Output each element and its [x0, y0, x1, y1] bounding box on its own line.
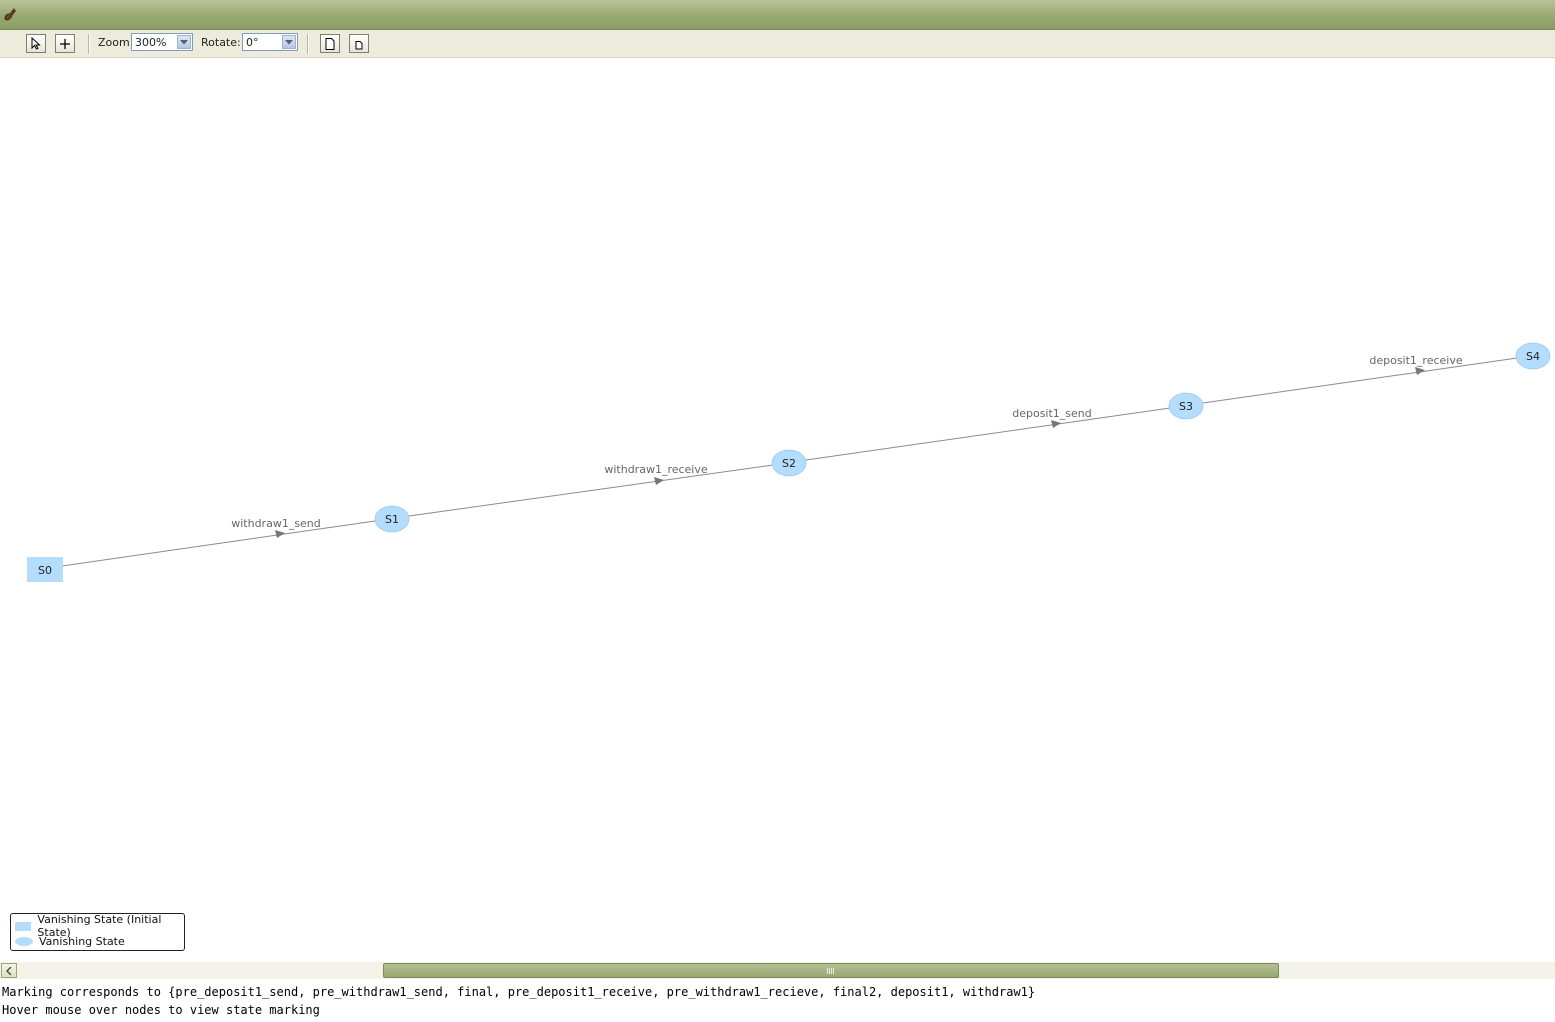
page-icon [325, 37, 335, 50]
small-page-icon [355, 40, 363, 49]
state-node[interactable]: S2 [771, 449, 807, 477]
edge-label: deposit1_receive [1369, 354, 1462, 367]
graph-nodes: S0 S1 S2 S3 S4 [27, 342, 1551, 582]
plus-icon [60, 38, 70, 49]
rotate-select[interactable]: 0° [242, 33, 298, 51]
legend-item-state: Vanishing State [15, 934, 125, 948]
add-tool-button[interactable] [55, 34, 75, 53]
edge-s2-s3 [805, 407, 1171, 461]
zoom-select[interactable]: 300% [131, 33, 193, 51]
state-node[interactable]: S3 [1168, 392, 1204, 420]
small-page-button[interactable] [349, 34, 369, 53]
chevron-down-icon[interactable] [177, 35, 191, 49]
toolbar-separator [307, 34, 309, 54]
state-label: S1 [385, 513, 399, 526]
state-label: S0 [38, 564, 52, 577]
legend-label: Vanishing State [39, 934, 125, 948]
status-panel: Marking corresponds to {pre_deposit1_sen… [0, 980, 1555, 1022]
edge-s1-s2 [408, 464, 774, 517]
rectangle-swatch-icon [15, 921, 32, 931]
hover-hint-text: Hover mouse over nodes to view state mar… [2, 1003, 320, 1017]
ellipse-swatch-icon [15, 936, 33, 946]
state-node-initial[interactable]: S0 [27, 557, 63, 582]
state-node[interactable]: S1 [374, 505, 410, 533]
page-button[interactable] [320, 34, 340, 53]
grip-icon [827, 968, 835, 974]
rotate-value: 0° [246, 36, 259, 49]
state-node[interactable]: S4 [1515, 342, 1551, 370]
edge-label: withdraw1_receive [604, 463, 708, 476]
legend: Vanishing State (Initial State) Vanishin… [10, 913, 185, 951]
edge-label: deposit1_send [1012, 407, 1092, 420]
edge-labels: withdraw1_send withdraw1_receive deposit… [231, 354, 1463, 530]
state-label: S2 [782, 457, 796, 470]
state-label: S3 [1179, 400, 1193, 413]
edge-s0-s1 [61, 520, 376, 567]
chevron-down-icon[interactable] [282, 35, 296, 49]
horizontal-scrollbar[interactable] [0, 962, 1555, 979]
toolbar: Zoom: 300% Rotate: 0° [0, 30, 1555, 58]
title-bar [0, 0, 1555, 30]
chevron-left-icon [6, 966, 12, 975]
state-label: S4 [1526, 350, 1540, 363]
graph-canvas[interactable]: withdraw1_send withdraw1_receive deposit… [0, 58, 1555, 961]
pointer-icon [31, 37, 41, 50]
select-tool-button[interactable] [26, 34, 46, 53]
zoom-label: Zoom: [98, 36, 134, 49]
legend-item-initial: Vanishing State (Initial State) [15, 913, 184, 939]
rotate-label: Rotate: [201, 36, 241, 49]
toolbar-separator [88, 34, 90, 54]
edge-label: withdraw1_send [231, 517, 321, 530]
zoom-value: 300% [135, 36, 167, 49]
app-pipe-icon [4, 7, 18, 21]
marking-text: Marking corresponds to {pre_deposit1_sen… [2, 985, 1036, 999]
scroll-left-button[interactable] [1, 963, 17, 978]
edge-s3-s4 [1202, 357, 1518, 404]
edge-arrow-icon [654, 477, 664, 485]
state-graph: withdraw1_send withdraw1_receive deposit… [27, 342, 1551, 582]
scroll-thumb[interactable] [383, 963, 1279, 978]
